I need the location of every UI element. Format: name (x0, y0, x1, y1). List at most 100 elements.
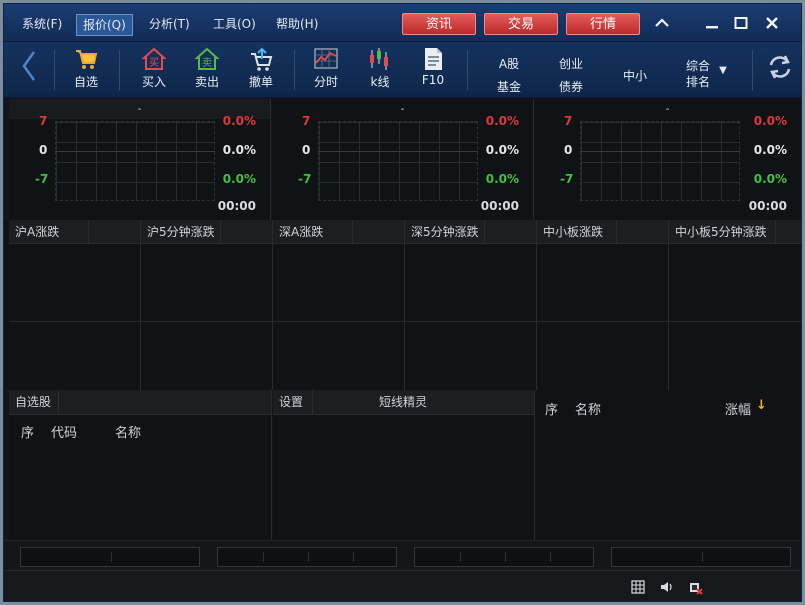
col-name: 名称 (575, 403, 602, 418)
ranking-grid: 沪A涨跌 沪5分钟涨跌 深A涨跌 深5分钟涨跌 中小板涨跌 中小板5分钟涨跌 (4, 220, 801, 390)
watchlist-button[interactable]: 自选 (66, 46, 106, 94)
kline-button[interactable]: k线 (360, 46, 400, 94)
pct-top: 0.0% (222, 114, 256, 128)
col-seq: 序 (545, 403, 559, 418)
fund-tab[interactable]: 基金 (489, 78, 529, 95)
toolbar: 自选 买 买入 卖 卖出 撤单 分时 k线 F10 A股 基金 创业 债券 中小… (4, 42, 801, 98)
pct-bottom: 0.0% (222, 172, 256, 186)
watchlist-panel[interactable]: 自选股 序 代码 名称 (9, 390, 272, 540)
ticker-bar (4, 540, 801, 570)
market-button[interactable]: 行情 (566, 13, 640, 35)
close-icon[interactable] (761, 12, 783, 34)
y-label-top: 7 (564, 114, 573, 128)
sme-tab[interactable]: 中小 (615, 67, 655, 84)
collapse-icon[interactable] (651, 12, 673, 34)
svg-text:卖: 卖 (202, 57, 212, 69)
menu-analysis[interactable]: 分析(T) (145, 15, 194, 33)
y-label-top: 7 (39, 114, 48, 128)
buy-house-icon: 买 (141, 47, 167, 70)
svg-text:买: 买 (149, 57, 159, 69)
f10-button[interactable]: F10 (413, 46, 453, 94)
chinext-tab[interactable]: 创业 (551, 55, 591, 72)
index-panel-3[interactable]: - 7 0 -7 0.0% 0.0% 0.0% 00:00 (534, 99, 801, 220)
menu-system[interactable]: 系统(F) (18, 15, 66, 33)
speaker-icon[interactable] (659, 579, 675, 595)
pct-top: 0.0% (753, 114, 787, 128)
pct-top: 0.0% (485, 114, 519, 128)
a-share-tab[interactable]: A股 (489, 55, 529, 72)
rank-label-bottom[interactable]: 排名 (678, 73, 718, 90)
index-panel-2[interactable]: - 7 0 -7 0.0% 0.0% 0.0% 00:00 (272, 99, 534, 220)
buy-button[interactable]: 买 买入 (134, 46, 174, 94)
col-change-sort[interactable]: 涨幅 (725, 399, 751, 418)
back-button[interactable] (14, 46, 44, 94)
grid-table-icon[interactable] (630, 579, 646, 595)
menu-bar: 系统(F) 报价(Q) 分析(T) 工具(O) 帮助(H) 资讯 交易 行情 (4, 4, 801, 42)
rank-header: 中小板涨跌 (543, 225, 604, 239)
time-label: 00:00 (217, 199, 256, 213)
rank-column-sh-5min[interactable]: 沪5分钟涨跌 (141, 220, 273, 390)
maximize-icon[interactable] (730, 12, 752, 34)
y-label-top: 7 (302, 114, 311, 128)
sprite-title: 短线精灵 (379, 395, 428, 409)
y-label-mid: 0 (302, 143, 311, 157)
rank-column-sz-5min[interactable]: 深5分钟涨跌 (405, 220, 537, 390)
menu-help[interactable]: 帮助(H) (272, 15, 322, 33)
ticker-slot-3[interactable] (414, 547, 594, 567)
sell-house-icon: 卖 (194, 47, 220, 70)
rank-header: 沪5分钟涨跌 (147, 225, 215, 239)
minimize-icon[interactable] (701, 12, 723, 34)
app-window: 系统(F) 报价(Q) 分析(T) 工具(O) 帮助(H) 资讯 交易 行情 自… (3, 3, 802, 602)
y-label-bottom: -7 (560, 172, 574, 186)
disconnected-icon[interactable] (687, 579, 703, 595)
cart-icon (76, 50, 98, 69)
y-label-mid: 0 (564, 143, 573, 157)
timeshare-label: 分时 (313, 75, 338, 89)
timeshare-button[interactable]: 分时 (306, 46, 346, 94)
col-seq: 序 (21, 426, 35, 441)
rank-header: 中小板5分钟涨跌 (675, 225, 767, 239)
rank-column-sme-5min[interactable]: 中小板5分钟涨跌 (669, 220, 801, 390)
ticker-slot-2[interactable] (217, 547, 397, 567)
trade-button[interactable]: 交易 (484, 13, 558, 35)
rank-column-sme[interactable]: 中小板涨跌 (537, 220, 669, 390)
f10-label: F10 (421, 73, 445, 87)
buy-label: 买入 (141, 75, 166, 89)
ticker-slot-4[interactable] (611, 547, 791, 567)
kline-label: k线 (370, 75, 390, 89)
change-rank-panel[interactable]: 序 名称 涨幅 ↓ (535, 390, 801, 540)
col-code: 代码 (51, 426, 78, 441)
pct-mid: 0.0% (222, 143, 256, 157)
pct-mid: 0.0% (485, 143, 519, 157)
cancel-cart-icon (251, 47, 273, 71)
col-name: 名称 (115, 426, 142, 441)
rank-label-top[interactable]: 综合 (678, 57, 718, 74)
menu-quote[interactable]: 报价(Q) (76, 14, 133, 36)
watchlist-tab[interactable]: 自选股 (9, 390, 59, 415)
short-line-sprite-panel[interactable]: 设置 短线精灵 (273, 390, 535, 540)
refresh-button[interactable] (764, 52, 796, 100)
y-label-bottom: -7 (35, 172, 49, 186)
sell-label: 卖出 (194, 75, 219, 89)
sell-button[interactable]: 卖 卖出 (187, 46, 227, 94)
timeshare-chart-icon (314, 48, 338, 69)
menu-tools[interactable]: 工具(O) (209, 15, 260, 33)
sort-down-icon[interactable]: ↓ (756, 398, 767, 413)
pct-bottom: 0.0% (485, 172, 519, 186)
rank-column-sz-a[interactable]: 深A涨跌 (273, 220, 405, 390)
rank-column-sh-a[interactable]: 沪A涨跌 (9, 220, 141, 390)
y-label-bottom: -7 (298, 172, 312, 186)
settings-button[interactable]: 设置 (273, 390, 313, 415)
document-icon (425, 48, 442, 70)
news-button[interactable]: 资讯 (402, 13, 476, 35)
rank-dropdown-icon[interactable]: ▼ (715, 65, 731, 76)
candlestick-icon (370, 48, 388, 70)
bond-tab[interactable]: 债券 (551, 78, 591, 95)
y-label-mid: 0 (39, 143, 48, 157)
rank-header: 沪A涨跌 (15, 225, 60, 239)
cancel-order-button[interactable]: 撤单 (241, 46, 281, 94)
ticker-slot-1[interactable] (20, 547, 200, 567)
time-label: 00:00 (748, 199, 787, 213)
cancel-order-label: 撤单 (248, 75, 273, 89)
index-panel-1[interactable]: - 7 0 -7 0.0% 0.0% 0.0% 00:00 (9, 99, 271, 220)
